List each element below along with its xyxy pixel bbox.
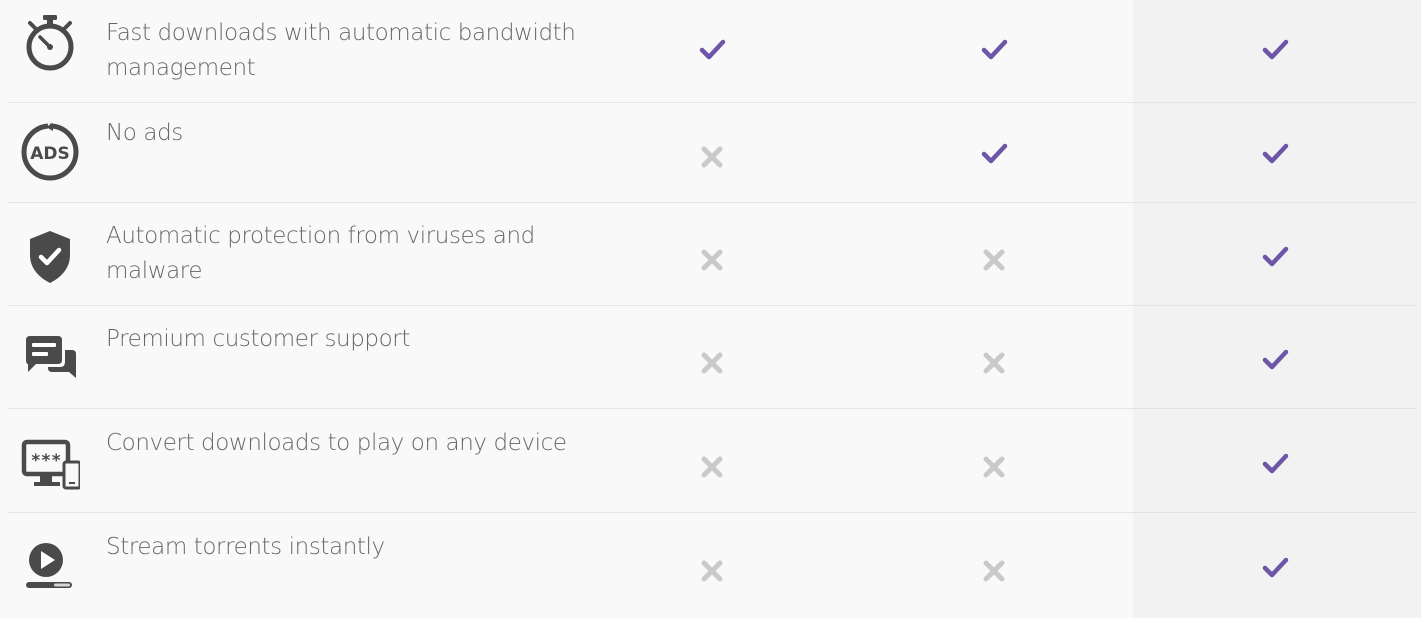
feature-label: Convert downloads to play on any device — [106, 430, 567, 456]
cross-icon — [974, 551, 1014, 591]
feature-row: Fast downloads with automatic bandwidth … — [8, 0, 1417, 103]
check-icon — [1255, 548, 1295, 588]
check-icon — [692, 30, 732, 70]
no-ads-icon: ADS — [20, 122, 80, 182]
feature-label: Fast downloads with automatic bandwidth … — [106, 20, 576, 81]
cross-icon — [692, 137, 732, 177]
check-icon — [1255, 134, 1295, 174]
cross-icon — [692, 447, 732, 487]
shield-check-icon — [20, 227, 80, 287]
check-icon — [1255, 237, 1295, 277]
feature-label: No ads — [106, 120, 183, 146]
cross-icon — [692, 240, 732, 280]
chat-bubbles-icon — [20, 328, 80, 388]
check-icon — [1255, 444, 1295, 484]
check-icon — [974, 134, 1014, 174]
password-icon-text: *** — [31, 451, 62, 471]
feature-row: Automatic protection from viruses and ma… — [8, 203, 1417, 306]
feature-label: Premium customer support — [106, 326, 410, 352]
monitor-phone-icon: *** — [20, 434, 80, 494]
feature-label: Stream torrents instantly — [106, 534, 385, 560]
check-icon — [974, 30, 1014, 70]
feature-comparison-table: Fast downloads with automatic bandwidth … — [0, 0, 1421, 618]
cross-icon — [974, 447, 1014, 487]
check-icon — [1255, 340, 1295, 380]
cross-icon — [974, 240, 1014, 280]
feature-row: *** Convert downloads to play on any dev… — [8, 410, 1417, 513]
feature-row: Premium customer support — [8, 306, 1417, 409]
feature-row: Stream torrents instantly — [8, 514, 1417, 617]
ads-icon-text: ADS — [30, 144, 70, 164]
cross-icon — [974, 343, 1014, 383]
cross-icon — [692, 551, 732, 591]
check-icon — [1255, 30, 1295, 70]
play-stream-icon — [20, 536, 80, 596]
feature-label: Automatic protection from viruses and ma… — [106, 223, 535, 284]
cross-icon — [692, 343, 732, 383]
feature-row: ADS No ads — [8, 100, 1417, 203]
stopwatch-icon — [20, 12, 80, 72]
